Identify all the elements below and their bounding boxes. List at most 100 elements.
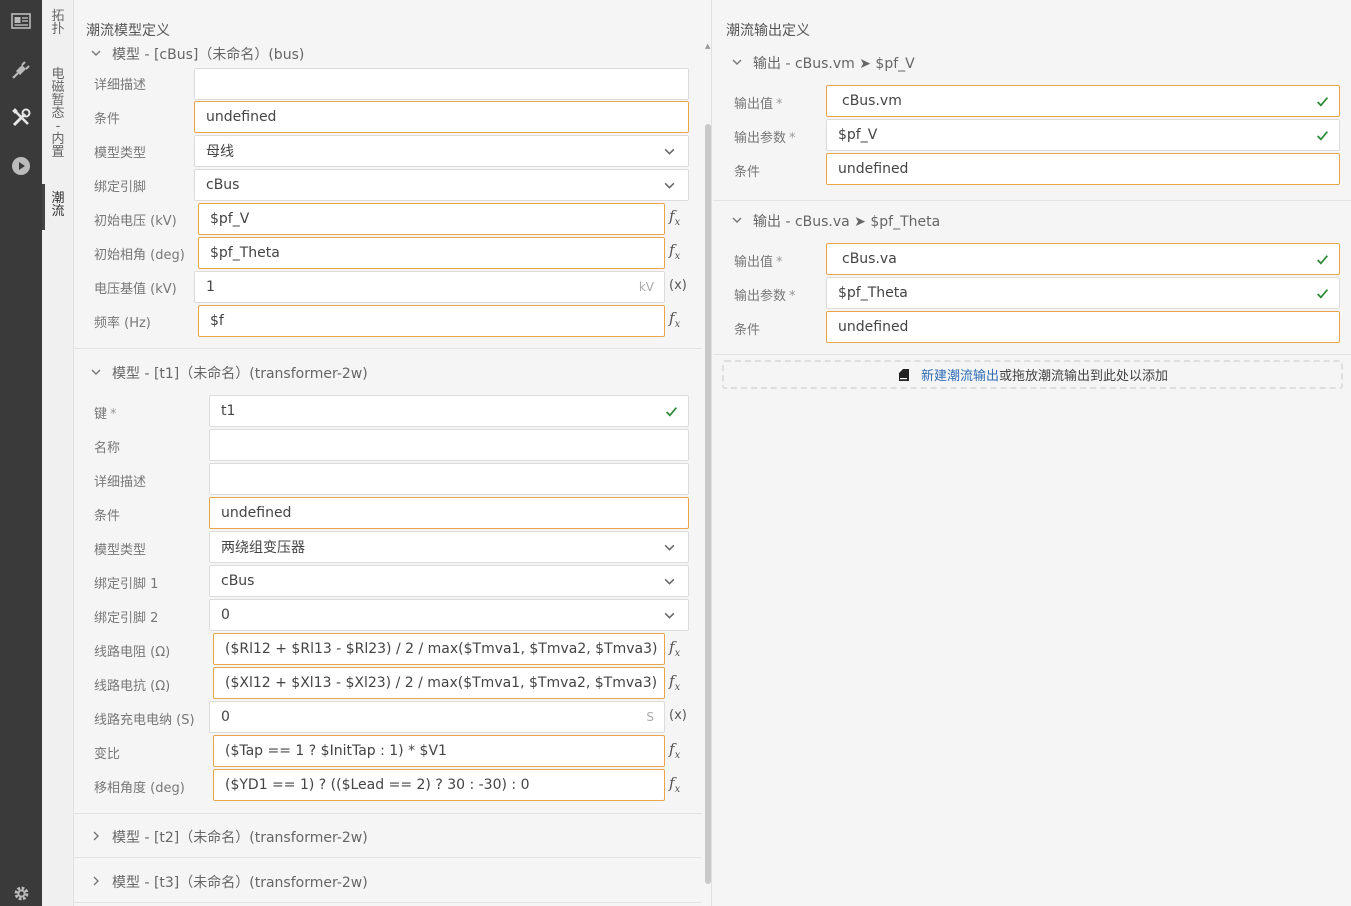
- base-voltage-input[interactable]: 1 kV: [194, 271, 665, 303]
- output-header-vm[interactable]: 输出 - cBus.vm ➤ $pf_V: [731, 53, 915, 73]
- gear-icon[interactable]: [0, 873, 42, 906]
- field-label: 初始相角 (deg): [94, 248, 185, 263]
- field-label: 输出参数 *: [734, 289, 796, 304]
- fx-button[interactable]: fx: [669, 672, 680, 693]
- field-label: 模型类型: [94, 146, 147, 161]
- model-header-t3[interactable]: 模型 - [t3]（未命名）(transformer-2w): [90, 872, 368, 892]
- description-input[interactable]: [194, 68, 689, 100]
- dropzone-hint: 或拖放潮流输出到此处以添加: [999, 369, 1169, 384]
- activity-bar: [0, 0, 42, 906]
- tools-icon[interactable]: [0, 97, 42, 139]
- chevron-down-icon: [663, 541, 676, 554]
- variable-toggle-button[interactable]: (x): [669, 278, 687, 293]
- model-header-t2[interactable]: 模型 - [t2]（未命名）(transformer-2w): [90, 827, 368, 847]
- field-label: 移相角度 (deg): [94, 781, 185, 796]
- field-label: 绑定引脚 1: [94, 577, 159, 592]
- field-label: 详细描述: [94, 475, 147, 490]
- check-icon: [1316, 129, 1329, 142]
- field-label: 键 *: [94, 407, 117, 422]
- initial-voltage-input[interactable]: $pf_V: [198, 203, 665, 235]
- field-label: 绑定引脚: [94, 180, 147, 195]
- field-label: 模型类型: [94, 543, 147, 558]
- initial-angle-input[interactable]: $pf_Theta: [198, 237, 665, 269]
- output-value-input[interactable]: cBus.va: [826, 243, 1340, 275]
- field-label: 初始电压 (kV): [94, 214, 177, 229]
- model-definition-panel: 潮流模型定义 ▲ 模型 - [cBus]（未命名）(bus) 详细描述 条件 u…: [74, 0, 712, 906]
- play-icon[interactable]: [0, 145, 42, 187]
- field-label: 条件: [94, 112, 121, 127]
- field-label: 绑定引脚 2: [94, 611, 159, 626]
- scroll-up-icon[interactable]: ▲: [705, 42, 710, 50]
- layout-icon[interactable]: [0, 0, 42, 42]
- chevron-down-icon: [663, 179, 676, 192]
- output-param-input[interactable]: $pf_Theta: [826, 277, 1340, 309]
- model-type-select[interactable]: 母线: [194, 135, 689, 167]
- chevron-down-icon: [731, 56, 745, 71]
- variable-toggle-button[interactable]: (x): [669, 708, 687, 723]
- fx-button[interactable]: fx: [669, 241, 680, 262]
- fx-button[interactable]: fx: [669, 207, 680, 228]
- field-label: 电压基值 (kV): [94, 282, 177, 297]
- vertical-tabs: 拓 扑 电 磁 暂 态 - 内 置 潮 流: [42, 0, 74, 906]
- condition-input[interactable]: undefined: [209, 497, 689, 529]
- key-input[interactable]: t1: [209, 395, 689, 427]
- field-label: 名称: [94, 441, 121, 456]
- chevron-down-icon: [90, 47, 104, 62]
- panel-title: 潮流模型定义: [86, 23, 170, 39]
- plug-icon[interactable]: [0, 49, 42, 91]
- output-condition-input[interactable]: undefined: [826, 311, 1340, 343]
- fx-button[interactable]: fx: [669, 309, 680, 330]
- fx-button[interactable]: fx: [669, 638, 680, 659]
- field-label: 线路电抗 (Ω): [94, 679, 171, 694]
- tab-emt-builtin[interactable]: 电 磁 暂 态 - 内 置: [42, 68, 74, 159]
- field-label: 输出参数 *: [734, 131, 796, 146]
- section-divider: [713, 354, 1351, 355]
- fx-button[interactable]: fx: [669, 774, 680, 795]
- output-header-va[interactable]: 输出 - cBus.va ➤ $pf_Theta: [731, 211, 940, 231]
- new-output-link[interactable]: 新建潮流输出: [921, 365, 999, 384]
- phase-shift-input[interactable]: ($YD1 == 1) ? (($Lead == 2) ? 30 : -30) …: [213, 769, 665, 801]
- output-param-input[interactable]: $pf_V: [826, 119, 1340, 151]
- chevron-down-icon: [663, 575, 676, 588]
- scrollbar[interactable]: ▲: [704, 42, 711, 906]
- chevron-down-icon: [663, 145, 676, 158]
- section-divider: [74, 813, 702, 814]
- field-label: 线路充电电纳 (S): [94, 713, 195, 728]
- model-header-t1[interactable]: 模型 - [t1]（未命名）(transformer-2w): [90, 363, 368, 383]
- section-divider: [74, 348, 702, 349]
- reactance-input[interactable]: ($Xl12 + $Xl13 - $Xl23) / 2 / max($Tmva1…: [213, 667, 665, 699]
- check-icon: [1316, 287, 1329, 300]
- name-input[interactable]: [209, 429, 689, 461]
- section-divider: [713, 200, 1351, 201]
- chevron-down-icon: [663, 609, 676, 622]
- tab-power-flow[interactable]: 潮 流: [42, 184, 74, 230]
- fx-button[interactable]: fx: [669, 740, 680, 761]
- section-divider: [74, 902, 702, 903]
- field-label: 条件: [734, 165, 761, 180]
- susceptance-input[interactable]: 0S: [209, 701, 665, 733]
- output-condition-input[interactable]: undefined: [826, 153, 1340, 185]
- section-divider: [74, 857, 702, 858]
- chevron-right-icon: [90, 875, 104, 890]
- pin1-select[interactable]: cBus: [209, 565, 689, 597]
- scroll-thumb[interactable]: [705, 124, 711, 884]
- model-type-select[interactable]: 两绕组变压器: [209, 531, 689, 563]
- output-definition-panel: 潮流输出定义 输出 - cBus.vm ➤ $pf_V 输出值 * cBus.vm…: [713, 0, 1351, 906]
- condition-input[interactable]: undefined: [194, 101, 689, 133]
- chevron-down-icon: [731, 214, 745, 229]
- frequency-input[interactable]: $f: [198, 305, 665, 337]
- field-label: 频率 (Hz): [94, 316, 151, 331]
- resistance-input[interactable]: ($Rl12 + $Rl13 - $Rl23) / 2 / max($Tmva1…: [213, 633, 665, 665]
- tab-topology[interactable]: 拓 扑: [42, 10, 74, 36]
- output-dropzone[interactable]: 新建潮流输出 或拖放潮流输出到此处以添加: [722, 360, 1343, 389]
- model-header-cbus[interactable]: 模型 - [cBus]（未命名）(bus): [90, 44, 304, 64]
- chevron-down-icon: [90, 366, 104, 381]
- field-label: 线路电阻 (Ω): [94, 645, 171, 660]
- description-input[interactable]: [209, 463, 689, 495]
- check-icon: [1316, 253, 1329, 266]
- pin-select[interactable]: cBus: [194, 169, 689, 201]
- field-label: 变比: [94, 747, 121, 762]
- pin2-select[interactable]: 0: [209, 599, 689, 631]
- output-value-input[interactable]: cBus.vm: [826, 85, 1340, 117]
- ratio-input[interactable]: ($Tap == 1 ? $InitTap : 1) * $V1: [213, 735, 665, 767]
